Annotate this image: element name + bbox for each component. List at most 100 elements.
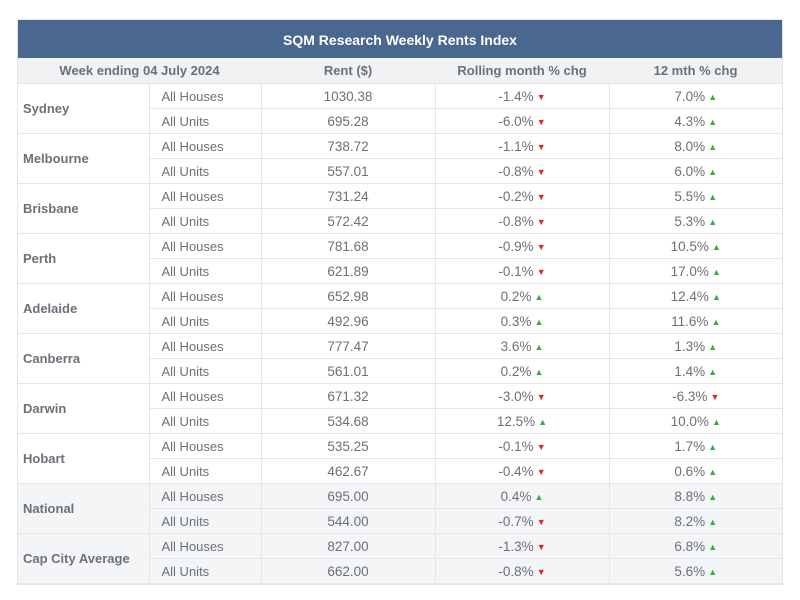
dwelling-type: All Units (148, 558, 262, 584)
dwelling-type: All Houses (148, 133, 262, 159)
arrow-down-icon: ▼ (536, 441, 546, 452)
arrow-up-icon: ▲ (534, 316, 544, 327)
region-name: Cap City Average (18, 533, 149, 584)
arrow-down-icon: ▼ (710, 391, 720, 402)
dwelling-type: All Units (148, 108, 262, 134)
region-name: Adelaide (18, 283, 149, 334)
rent-value: 695.00 (260, 483, 436, 509)
rolling-month-change-cell: 0.4% ▲ (434, 483, 610, 509)
dwelling-type: All Houses (148, 333, 262, 359)
rent-value: 731.24 (260, 183, 436, 209)
twelve-month-change-value: 6.8% (674, 538, 706, 554)
arrow-up-icon: ▲ (708, 366, 718, 377)
rent-value: 561.01 (260, 358, 436, 384)
table-row: Melbourne All Houses 738.72 -1.1% ▼ 8.0% ▲ (18, 133, 783, 184)
arrow-up-icon: ▲ (534, 341, 544, 352)
header-rolling-month: Rolling month % chg (435, 58, 610, 84)
arrow-down-icon: ▼ (536, 516, 546, 527)
twelve-month-change-value: 1.4% (674, 363, 706, 379)
twelve-month-change-value: 5.6% (674, 563, 706, 579)
rent-value: 671.32 (260, 383, 436, 409)
dwelling-type: All Units (148, 408, 262, 434)
rents-table: Week ending 04 July 2024 Rent ($) Rollin… (18, 58, 783, 584)
dwelling-type: All Houses (148, 483, 262, 509)
region-name: Perth (18, 233, 149, 284)
arrow-down-icon: ▼ (536, 141, 546, 152)
table-title: SQM Research Weekly Rents Index (18, 20, 782, 58)
arrow-down-icon: ▼ (536, 191, 546, 202)
dwelling-type: All Units (148, 508, 262, 534)
arrow-up-icon: ▲ (711, 266, 721, 277)
rent-value: 827.00 (260, 533, 436, 559)
rent-value: 557.01 (260, 158, 436, 184)
rolling-month-change-cell: -0.1% ▼ (434, 258, 610, 284)
twelve-month-change-cell: 5.5% ▲ (608, 183, 783, 209)
arrow-up-icon: ▲ (534, 366, 544, 377)
rolling-month-change-cell: -0.8% ▼ (434, 208, 610, 234)
twelve-month-change-cell: 6.8% ▲ (608, 533, 783, 559)
arrow-down-icon: ▼ (536, 91, 546, 102)
rent-value: 462.67 (260, 458, 436, 484)
arrow-up-icon: ▲ (708, 91, 718, 102)
rolling-month-change-cell: -0.8% ▼ (434, 158, 610, 184)
rolling-month-change-value: -0.1% (498, 438, 534, 454)
table-row: Canberra All Houses 777.47 3.6% ▲ 1.3% ▲ (18, 333, 783, 384)
dwelling-type: All Units (148, 258, 262, 284)
arrow-down-icon: ▼ (536, 116, 546, 127)
rolling-month-change-cell: -0.9% ▼ (434, 233, 610, 259)
twelve-month-change-cell: 10.5% ▲ (608, 233, 783, 259)
twelve-month-change-value: 12.4% (670, 288, 709, 304)
arrow-down-icon: ▼ (536, 266, 546, 277)
arrow-up-icon: ▲ (708, 491, 718, 502)
region-name: Brisbane (18, 183, 149, 234)
twelve-month-change-value: 8.2% (674, 513, 706, 529)
twelve-month-change-value: 1.3% (674, 338, 706, 354)
arrow-up-icon: ▲ (711, 291, 721, 302)
arrow-down-icon: ▼ (536, 466, 546, 477)
arrow-up-icon: ▲ (708, 441, 718, 452)
twelve-month-change-cell: 1.7% ▲ (608, 433, 783, 459)
dwelling-type: All Houses (148, 233, 262, 259)
twelve-month-change-value: 4.3% (674, 113, 706, 129)
arrow-down-icon: ▼ (536, 391, 546, 402)
twelve-month-change-value: 17.0% (670, 263, 709, 279)
arrow-down-icon: ▼ (536, 166, 546, 177)
twelve-month-change-value: 5.5% (674, 188, 706, 204)
table-row: Perth All Houses 781.68 -0.9% ▼ 10.5% ▲ (18, 233, 783, 284)
rolling-month-change-value: -0.8% (498, 213, 534, 229)
twelve-month-change-value: 1.7% (674, 438, 706, 454)
rolling-month-change-cell: -1.4% ▼ (434, 83, 610, 109)
twelve-month-change-cell: 8.2% ▲ (608, 508, 783, 534)
rolling-month-change-cell: -1.3% ▼ (434, 533, 610, 559)
twelve-month-change-cell: 8.0% ▲ (608, 133, 783, 159)
rolling-month-change-value: -0.9% (498, 238, 534, 254)
arrow-up-icon: ▲ (534, 491, 544, 502)
rolling-month-change-cell: -0.4% ▼ (434, 458, 610, 484)
arrow-up-icon: ▲ (711, 316, 721, 327)
table-row: Darwin All Houses 671.32 -3.0% ▼ -6.3% ▼ (18, 383, 783, 434)
rolling-month-change-value: -3.0% (498, 388, 534, 404)
rolling-month-change-cell: -0.7% ▼ (434, 508, 610, 534)
dwelling-type: All Houses (148, 183, 262, 209)
arrow-up-icon: ▲ (708, 116, 718, 127)
rent-value: 1030.38 (260, 83, 436, 109)
twelve-month-change-cell: 6.0% ▲ (608, 158, 783, 184)
twelve-month-change-value: 8.0% (674, 138, 706, 154)
region-name: Hobart (18, 433, 149, 484)
dwelling-type: All Units (148, 308, 262, 334)
table-row: Adelaide All Houses 652.98 0.2% ▲ 12.4% ▲ (18, 283, 783, 334)
arrow-up-icon: ▲ (708, 141, 718, 152)
header-12-month: 12 mth % chg (609, 58, 783, 84)
twelve-month-change-cell: 4.3% ▲ (608, 108, 783, 134)
region-name: Melbourne (18, 133, 149, 184)
rolling-month-change-cell: -0.8% ▼ (434, 558, 610, 584)
twelve-month-change-value: 10.5% (670, 238, 709, 254)
dwelling-type: All Units (148, 458, 262, 484)
rent-value: 492.96 (260, 308, 436, 334)
header-rent: Rent ($) (261, 58, 436, 84)
twelve-month-change-cell: 11.6% ▲ (608, 308, 783, 334)
rolling-month-change-cell: -3.0% ▼ (434, 383, 610, 409)
rolling-month-change-value: 0.2% (500, 363, 532, 379)
dwelling-type: All Units (148, 358, 262, 384)
rolling-month-change-cell: 0.2% ▲ (434, 358, 610, 384)
